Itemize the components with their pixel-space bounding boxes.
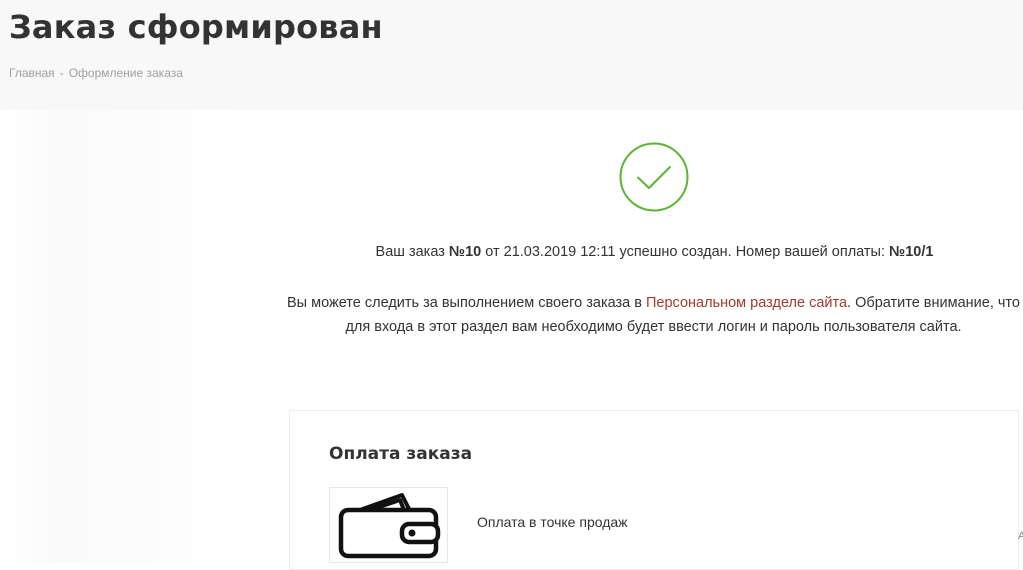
order-created-message: Ваш заказ №10 от 21.03.2019 12:11 успешн… bbox=[290, 244, 1019, 260]
left-column bbox=[0, 110, 250, 563]
page-title: Заказ сформирован bbox=[9, 8, 383, 46]
breadcrumb-home-link[interactable]: Главная bbox=[9, 66, 55, 80]
payment-method-logo bbox=[329, 487, 448, 563]
breadcrumb: Главная - Оформление заказа bbox=[9, 66, 183, 80]
checkmark-circle-icon bbox=[619, 142, 689, 212]
personal-section-link[interactable]: Персональном разделе сайта bbox=[646, 295, 847, 311]
order-number: №10 bbox=[448, 244, 482, 260]
wallet-icon bbox=[338, 493, 441, 559]
breadcrumb-separator: - bbox=[59, 66, 64, 80]
payment-method-name: Оплата в точке продаж bbox=[477, 514, 628, 530]
breadcrumb-current[interactable]: Оформление заказа bbox=[69, 66, 183, 80]
payment-section-title: Оплата заказа bbox=[329, 444, 473, 464]
order-tracking-info: Вы можете следить за выполнением своего … bbox=[284, 291, 1023, 339]
order-middle: от 21.03.2019 12:11 успешно создан. Номе… bbox=[481, 244, 890, 260]
order-prefix: Ваш заказ bbox=[375, 244, 449, 260]
payment-number: №10/1 bbox=[889, 244, 934, 260]
cut-off-text: A bbox=[1018, 530, 1023, 542]
info-text-start: Вы можете следить за выполнением своего … bbox=[287, 295, 646, 311]
page-header: Заказ сформирован Главная - Оформление зак… bbox=[0, 0, 1023, 110]
